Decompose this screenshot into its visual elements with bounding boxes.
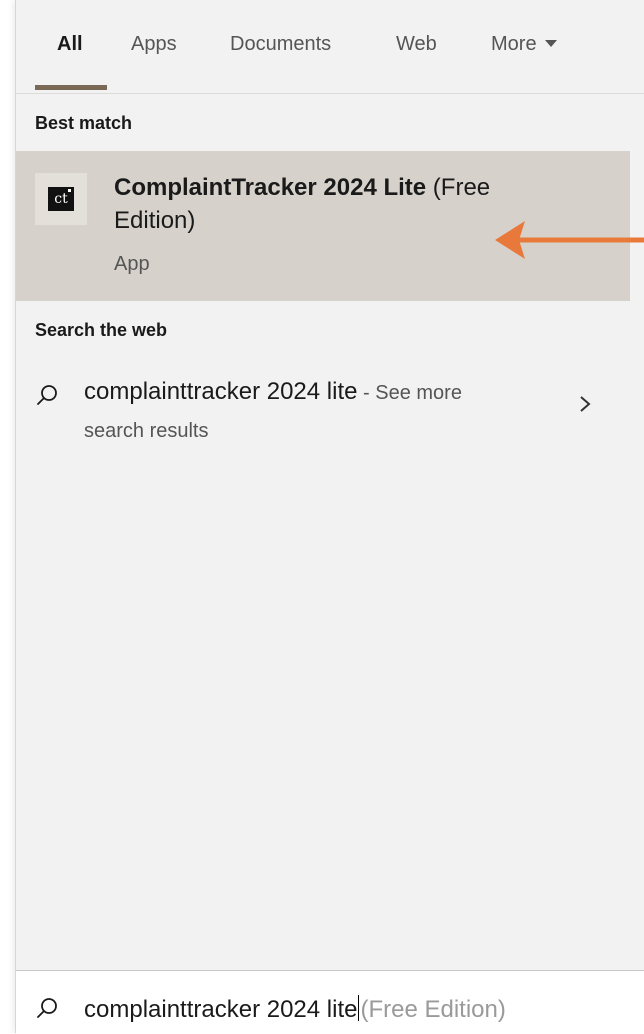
app-logo-text: ct [54,191,68,207]
app-name-suffix: (Free [426,174,491,201]
search-typed-text: complainttracker 2024 lite [84,996,358,1023]
app-logo: ct [48,187,74,211]
search-icon [37,998,57,1018]
search-web-heading: Search the web [35,320,168,340]
tab-all[interactable]: All [57,33,83,56]
web-query-text: complainttracker 2024 lite [84,378,358,405]
see-more-label: - See more [357,382,462,404]
chevron-down-icon [544,40,557,47]
search-tabs: All Apps Documents Web More [16,0,644,94]
search-results-label: search results [84,420,209,442]
tab-web[interactable]: Web [396,33,437,56]
web-query: complainttracker 2024 lite - See more [84,378,462,406]
app-name-bold: ComplaintTracker 2024 Lite [114,174,427,201]
app-name-line2: Edition) [114,207,196,234]
tab-apps[interactable]: Apps [131,33,177,56]
search-box[interactable]: complainttracker 2024 lite (Free Edition) [16,970,644,1034]
search-panel: All Apps Documents Web More Best match c… [15,0,644,1034]
best-match-title: ComplaintTracker 2024 Lite (Free Edition… [114,171,554,237]
annotation-arrow-icon [495,221,644,259]
best-match-type: App [114,253,150,275]
search-icon [37,385,57,405]
active-tab-indicator [35,85,107,90]
best-match-heading: Best match [35,113,133,133]
chevron-right-icon[interactable] [578,394,592,414]
search-input[interactable]: complainttracker 2024 lite (Free Edition) [84,995,506,1024]
app-icon: ct [35,173,87,225]
search-suggestion: (Free Edition) [360,996,506,1023]
web-search-result[interactable]: complainttracker 2024 lite - See more se… [16,370,630,460]
tab-documents[interactable]: Documents [230,33,331,56]
tab-more[interactable]: More [491,33,557,56]
tab-more-label: More [491,33,537,55]
